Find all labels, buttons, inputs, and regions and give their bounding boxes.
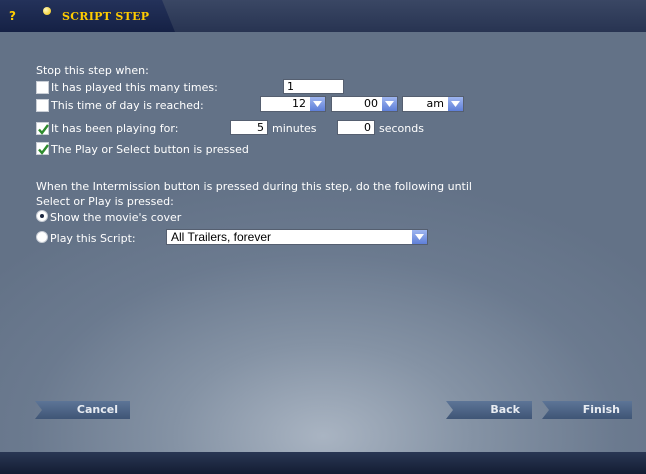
played-times-checkbox[interactable] [36,81,49,94]
intermission-text-line2: Select or Play is pressed: [36,195,174,208]
played-times-input[interactable]: 1 [283,79,344,94]
hour-select[interactable]: 12 [260,96,326,112]
hour-value: 12 [292,97,306,110]
button-pressed-label: The Play or Select button is pressed [51,143,249,156]
chevron-down-icon [381,97,397,111]
chevron-down-icon [447,97,463,111]
time-of-day-checkbox[interactable] [36,99,49,112]
checkmark-icon [38,124,49,135]
playing-for-checkbox[interactable] [36,122,49,135]
stop-heading: Stop this step when: [36,64,149,77]
back-button[interactable]: Back [446,401,532,419]
seconds-input[interactable]: 0 [337,120,375,135]
chevron-down-icon [411,230,427,244]
script-select[interactable]: All Trailers, forever [166,229,428,245]
button-pressed-checkbox[interactable] [36,142,49,155]
minute-select[interactable]: 00 [331,96,398,112]
play-script-radio[interactable] [36,231,48,243]
minutes-label: minutes [272,122,317,135]
minutes-input[interactable]: 5 [230,120,268,135]
page-title: SCRIPT STEP [62,10,150,23]
finish-button[interactable]: Finish [542,401,632,419]
checkmark-icon [38,144,49,155]
cancel-button[interactable]: Cancel [35,401,130,419]
lightbulb-icon [43,7,51,15]
show-cover-radio[interactable] [36,210,48,222]
play-script-label: Play this Script: [50,232,136,245]
show-cover-label: Show the movie's cover [50,211,182,224]
minute-value: 00 [364,97,378,110]
intermission-text-line1: When the Intermission button is pressed … [36,180,472,193]
seconds-label: seconds [379,122,424,135]
radio-selected-dot [40,214,44,218]
help-icon[interactable]: ? [9,9,16,23]
time-of-day-label: This time of day is reached: [51,99,204,112]
chevron-down-icon [309,97,325,111]
played-times-label: It has played this many times: [51,81,218,94]
script-value: All Trailers, forever [171,230,272,244]
ampm-select[interactable]: am [402,96,464,112]
ampm-value: am [426,97,444,110]
playing-for-label: It has been playing for: [51,122,179,135]
bottom-bar [0,452,646,474]
